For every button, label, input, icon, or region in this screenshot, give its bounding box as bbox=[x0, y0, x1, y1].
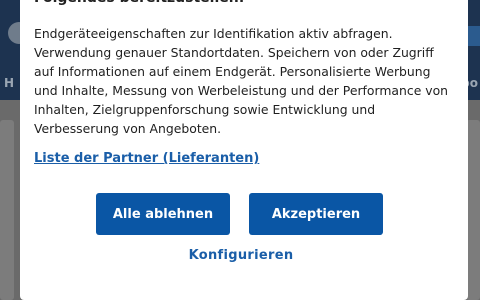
partner-list-link[interactable]: Liste der Partner (Lieferanten) bbox=[34, 151, 259, 166]
dialog-heading: Folgendes bereitzustellen: bbox=[34, 0, 244, 8]
accept-button[interactable]: Akzeptieren bbox=[249, 193, 383, 235]
consent-purposes-text: Endgeräteeigenschaften zur Identifikatio… bbox=[34, 26, 449, 136]
configure-button[interactable]: Konfigurieren bbox=[176, 242, 306, 268]
background-card bbox=[0, 120, 14, 300]
reject-all-button[interactable]: Alle ablehnen bbox=[96, 193, 230, 235]
background-card bbox=[466, 120, 480, 300]
background-nav-item: H bbox=[4, 76, 15, 90]
consent-dialog: Folgendes bereitzustellen: Endgeräteeige… bbox=[20, 0, 468, 300]
